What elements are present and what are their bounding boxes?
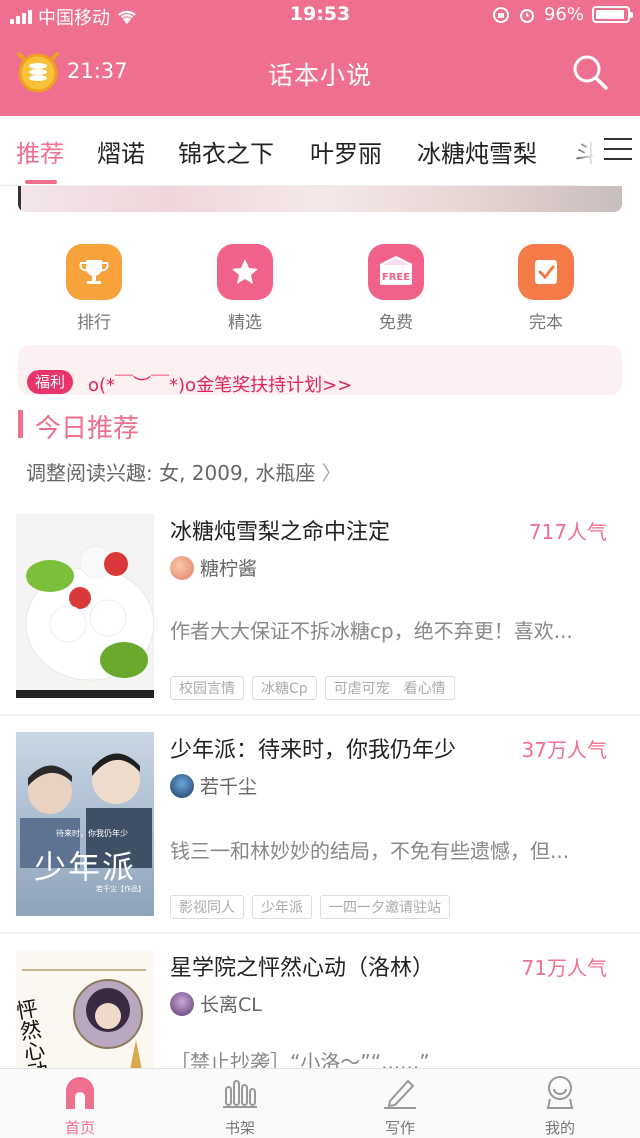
nav-home[interactable]: 首页	[30, 1075, 130, 1138]
section-title: 今日推荐	[35, 414, 140, 444]
avatar	[170, 773, 194, 798]
tab-recommend[interactable]: 推荐	[16, 134, 64, 169]
home-icon	[66, 1077, 94, 1109]
tab-yeluoli[interactable]: 叶罗丽	[310, 134, 382, 169]
status-bar: 中国移动 19:53 96%	[0, 0, 640, 30]
reading-preference-link[interactable]: 调整阅读兴趣: 女, 2009, 水瓶座〉	[26, 457, 341, 486]
quick-link-ranking[interactable]: 排行	[44, 240, 144, 333]
book-tags: 校园言情 冰糖Cp 可虐可宠 看心情	[170, 676, 455, 700]
tab-bingtang[interactable]: 冰糖炖雪梨	[417, 134, 537, 169]
rotation-lock-icon	[492, 6, 509, 23]
svg-text:FREE: FREE	[382, 272, 410, 283]
book-tag[interactable]: 少年派	[252, 895, 312, 919]
search-icon[interactable]	[570, 52, 610, 92]
book-tags: 影视同人 少年派 一四一夕邀请驻站	[170, 895, 450, 919]
profile-icon	[546, 1076, 574, 1109]
book-title[interactable]: 冰糖炖雪梨之命中注定	[170, 514, 390, 546]
book-title[interactable]: 少年派：待来时，你我仍年少	[170, 732, 456, 764]
star-icon	[217, 244, 273, 300]
book-description: 钱三一和林妙妙的结局，不免有些遗憾，但...	[170, 839, 570, 863]
book-popularity: 37万人气	[521, 738, 607, 762]
notice-bar[interactable]: 福利 o(*￣︶￣*)o金笔奖扶持计划>>	[18, 345, 622, 397]
book-popularity: 717人气	[528, 520, 607, 544]
alarm-icon	[519, 8, 534, 23]
book-item[interactable]: 冰糖炖雪梨之命中注定 717人气 糖柠酱 作者大大保证不拆冰糖cp，绝不弃更！喜…	[0, 498, 640, 716]
book-tag[interactable]: 校园言情	[170, 676, 244, 700]
notice-text[interactable]: o(*￣︶￣*)o金笔奖扶持计划>>	[88, 371, 352, 397]
battery-percent: 96%	[543, 4, 584, 25]
nav-profile[interactable]: 我的	[510, 1075, 610, 1138]
book-tag[interactable]: 影视同人	[170, 895, 244, 919]
bottom-tab-bar: 首页 书架 写作 我的	[0, 1068, 640, 1138]
avatar	[170, 555, 194, 580]
avatar	[170, 991, 194, 1016]
tab-jinyizhixia[interactable]: 锦衣之下	[178, 134, 274, 169]
quick-links: 排行 精选 FREE 免费 完本	[0, 240, 640, 335]
bookshelf-icon	[223, 1080, 257, 1108]
active-tab-indicator	[25, 180, 57, 184]
cover-title: 少年派	[33, 848, 136, 886]
free-icon: FREE	[368, 244, 424, 300]
nav-bookshelf[interactable]: 书架	[190, 1075, 290, 1138]
cover-tagline: 待来时，你我仍年少	[56, 829, 128, 838]
section-marker	[18, 410, 23, 438]
book-title[interactable]: 星学院之怦然心动（洛林）	[170, 950, 434, 982]
book-author[interactable]: 糖柠酱	[170, 554, 257, 581]
book-cover[interactable]	[16, 514, 154, 698]
nav-write[interactable]: 写作	[350, 1075, 450, 1138]
book-cover[interactable]: 待来时，你我仍年少 少年派 若千尘【作品】	[16, 732, 154, 916]
quick-link-featured[interactable]: 精选	[195, 240, 295, 333]
welfare-badge: 福利	[27, 370, 74, 394]
book-tag[interactable]: 冰糖Cp	[252, 676, 317, 700]
category-tabs: 推荐 熠诺 锦衣之下 叶罗丽 冰糖炖雪梨 斗	[0, 116, 640, 186]
banner-carousel[interactable]	[18, 186, 622, 212]
battery-icon	[592, 6, 633, 23]
book-author[interactable]: 长离CL	[170, 990, 262, 1017]
trophy-icon	[66, 244, 122, 300]
menu-icon[interactable]	[604, 138, 632, 164]
book-description: 作者大大保证不拆冰糖cp，绝不弃更！喜欢...	[170, 619, 573, 643]
book-tag[interactable]: 一四一夕邀请驻站	[320, 895, 450, 919]
app-header: 21:37 话本小说	[0, 30, 640, 116]
quick-link-completed[interactable]: 完本	[496, 240, 596, 333]
book-tag[interactable]: 可虐可宠 看心情	[324, 676, 455, 700]
cover-author: 若千尘【作品】	[96, 885, 145, 893]
book-author[interactable]: 若千尘	[170, 772, 257, 799]
check-icon	[518, 244, 574, 300]
book-popularity: 71万人气	[521, 956, 607, 980]
book-item[interactable]: 待来时，你我仍年少 少年派 若千尘【作品】 少年派：待来时，你我仍年少 37万人…	[0, 716, 640, 934]
app-title: 话本小说	[267, 61, 372, 90]
tab-yinuo[interactable]: 熠诺	[97, 134, 145, 169]
top-bar: 中国移动 19:53 96% 21:37 话本小说	[0, 0, 640, 116]
pen-icon	[384, 1079, 416, 1109]
quick-link-free[interactable]: FREE 免费	[346, 240, 446, 333]
chevron-right-icon: 〉	[321, 461, 342, 485]
